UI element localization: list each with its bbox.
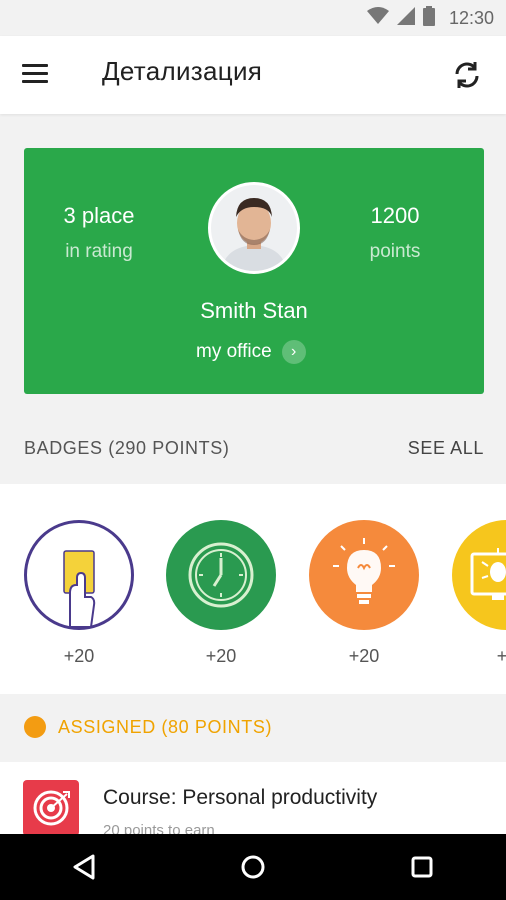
user-name: Smith Stan: [200, 298, 308, 323]
office-label: my office: [196, 341, 272, 362]
badges-list[interactable]: +20 +20 +20 +: [0, 484, 506, 694]
signal-icon: [396, 6, 415, 30]
system-nav-bar: [0, 834, 506, 900]
badge-points: +20: [63, 646, 95, 666]
refresh-icon: [455, 62, 479, 88]
badge-item[interactable]: +20: [166, 520, 276, 667]
back-icon: [73, 854, 95, 880]
badge-item[interactable]: +20: [309, 520, 419, 667]
status-bar: 12:30: [0, 0, 506, 36]
points-label: points: [369, 241, 421, 262]
clock-icon: [166, 520, 276, 630]
menu-button[interactable]: [22, 60, 56, 90]
back-button[interactable]: [64, 847, 104, 887]
badge-points: +2: [496, 646, 506, 666]
battery-icon: [422, 5, 435, 31]
bug-monitor-icon: [452, 520, 506, 630]
avatar[interactable]: [208, 182, 300, 274]
app-bar: Детализация: [0, 36, 506, 114]
recents-icon: [411, 856, 433, 878]
rating-value: 3 place: [63, 203, 135, 228]
points-value: 1200: [370, 203, 420, 228]
status-time: 12:30: [448, 7, 494, 28]
my-office-link[interactable]: my office ›: [196, 340, 306, 364]
refresh-button[interactable]: [450, 58, 484, 92]
assigned-title: ASSIGNED (80 POINTS): [58, 716, 273, 737]
rating-label: in rating: [65, 241, 133, 262]
rating-stat: 3 place in rating: [24, 203, 174, 263]
home-icon: [241, 855, 265, 879]
recents-button[interactable]: [402, 847, 442, 887]
badges-title: BADGES (290 POINTS): [24, 438, 230, 458]
target-icon: [23, 780, 79, 836]
chevron-right-icon: ›: [281, 340, 306, 364]
badge-item[interactable]: +20: [24, 520, 134, 667]
points-stat: 1200 points: [320, 203, 470, 263]
badge-points: +20: [205, 646, 237, 666]
assigned-dot-icon: [24, 716, 46, 738]
badge-item[interactable]: +2: [452, 520, 506, 667]
assigned-header: ASSIGNED (80 POINTS): [24, 716, 272, 738]
menu-icon: [22, 64, 48, 67]
badges-header: BADGES (290 POINTS) SEE ALL: [24, 438, 484, 459]
see-all-button[interactable]: SEE ALL: [408, 438, 484, 459]
card-hand-icon: [24, 520, 134, 630]
page-title: Детализация: [102, 56, 263, 86]
course-title: Course: Personal productivity: [103, 786, 378, 809]
profile-card: 3 place in rating 1200 points Smith Stan…: [24, 148, 484, 394]
home-button[interactable]: [233, 847, 273, 887]
wifi-icon: [366, 6, 389, 30]
lightbulb-icon: [309, 520, 419, 630]
badge-points: +20: [348, 646, 380, 666]
